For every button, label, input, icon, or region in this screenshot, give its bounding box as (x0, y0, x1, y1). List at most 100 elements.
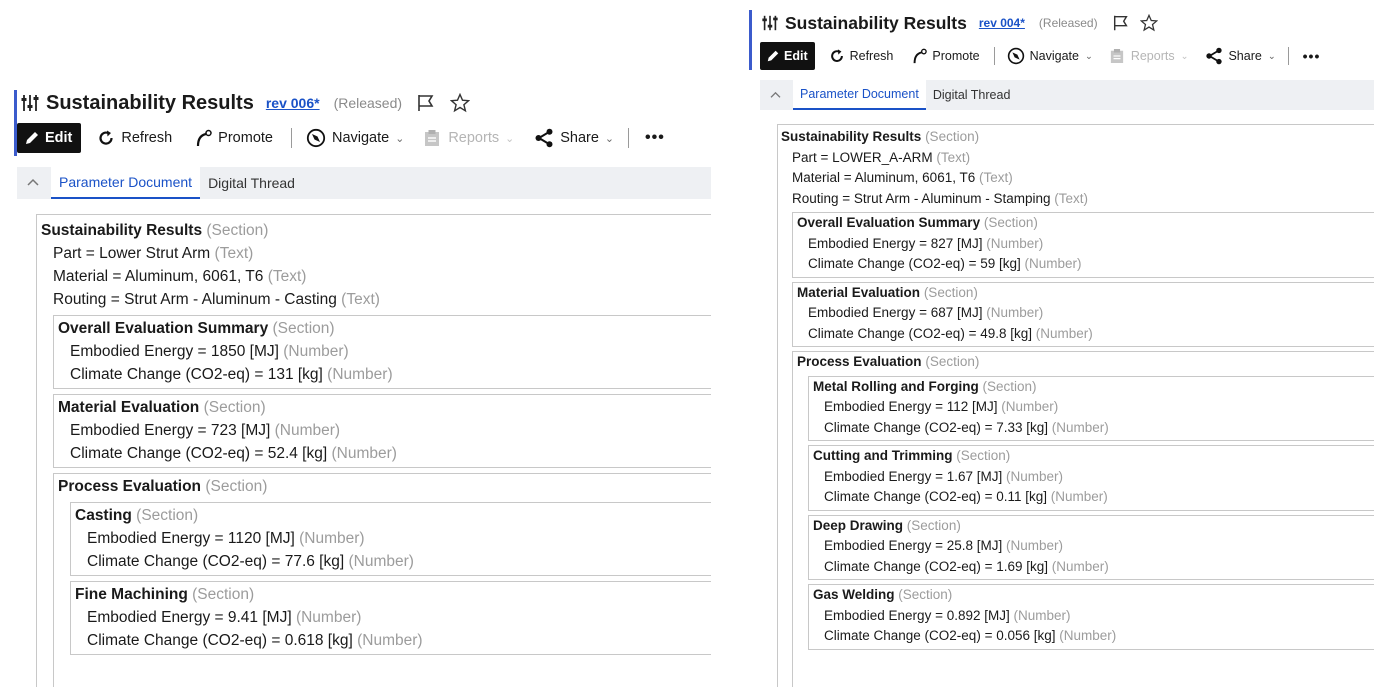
field-row: Material = Aluminum, 6061, T6 (Text) (53, 268, 307, 285)
compass-icon (306, 128, 326, 148)
field-row: Climate Change (CO2-eq) = 0.618 [kg] (Nu… (87, 632, 423, 649)
share-button[interactable]: Share ⌄ (534, 128, 614, 148)
edit-button[interactable]: Edit (760, 42, 815, 70)
field-row: Embodied Energy = 9.41 [MJ] (Number) (87, 609, 362, 626)
refresh-label: Refresh (121, 130, 173, 146)
chevron-down-icon: ⌄ (395, 132, 405, 145)
material-evaluation-section: Material Evaluation (Section) Embodied E… (792, 281, 1374, 347)
clipboard-icon (424, 129, 440, 147)
process-evaluation-section: Process Evaluation (Section) Casting (Se… (53, 473, 711, 687)
revision-link[interactable]: rev 006* (266, 95, 320, 111)
field-row: Part = LOWER_A-ARM (Text) (792, 149, 971, 165)
refresh-icon (97, 129, 115, 147)
share-button[interactable]: Share ⌄ (1205, 47, 1276, 65)
promote-icon (911, 48, 928, 64)
refresh-label: Refresh (849, 49, 894, 63)
refresh-button[interactable]: Refresh (97, 129, 172, 147)
field-row: Climate Change (CO2-eq) = 52.4 [kg] (Num… (70, 445, 397, 462)
status-label: (Released) (1038, 16, 1098, 30)
field-row: Climate Change (CO2-eq) = 0.11 [kg] (Num… (824, 489, 1108, 504)
star-icon[interactable] (1139, 14, 1158, 32)
flag-icon[interactable] (1112, 14, 1130, 32)
overall-evaluation-section: Overall Evaluation Summary (Section) Emb… (792, 212, 1374, 278)
share-icon (534, 128, 554, 148)
field-row: Embodied Energy = 1120 [MJ] (Number) (87, 530, 365, 547)
section-header: Metal Rolling and Forging (Section) (813, 378, 1037, 394)
tab-bar: Parameter Document Digital Thread (17, 167, 711, 199)
section-header: Overall Evaluation Summary (Section) (797, 215, 1038, 230)
navigate-button[interactable]: Navigate ⌄ (1007, 47, 1093, 65)
field-row: Embodied Energy = 1850 [MJ] (Number) (70, 343, 349, 360)
refresh-button[interactable]: Refresh (829, 48, 894, 64)
process-subsection: Deep Drawing (Section) Embodied Energy =… (808, 514, 1374, 580)
refresh-icon (829, 48, 845, 64)
edit-button[interactable]: Edit (17, 123, 82, 153)
edit-label: Edit (45, 130, 73, 146)
field-row: Climate Change (CO2-eq) = 131 [kg] (Numb… (70, 366, 393, 383)
field-row: Embodied Energy = 112 [MJ] (Number) (824, 399, 1059, 414)
navigate-button[interactable]: Navigate ⌄ (306, 128, 404, 148)
more-options-button[interactable]: ••• (1303, 48, 1321, 64)
tab-parameter-document[interactable]: Parameter Document (793, 80, 926, 110)
toolbar: Edit Refresh Promote Navigate ⌄ Reports … (760, 42, 1320, 70)
status-label: (Released) (333, 95, 403, 111)
field-row: Part = Lower Strut Arm (Text) (53, 245, 254, 262)
chevron-down-icon: ⌄ (1267, 50, 1276, 61)
material-evaluation-section: Material Evaluation (Section) Embodied E… (53, 394, 711, 468)
revision-link[interactable]: rev 004* (979, 16, 1025, 30)
edit-label: Edit (784, 49, 808, 63)
section-header: Deep Drawing (Section) (813, 517, 961, 533)
promote-icon (194, 129, 212, 147)
promote-button[interactable]: Promote (911, 48, 980, 64)
process-subsection: Casting (Section) Embodied Energy = 1120… (70, 502, 711, 576)
more-options-button[interactable]: ••• (645, 129, 665, 147)
flag-icon[interactable] (416, 93, 436, 113)
section-header: Material Evaluation (Section) (797, 284, 978, 300)
section-header: Cutting and Trimming (Section) (813, 448, 1011, 463)
tab-digital-thread[interactable]: Digital Thread (926, 80, 1018, 110)
section-header: Process Evaluation (Section) (58, 478, 268, 495)
toolbar-divider (993, 47, 995, 65)
tab-bar: Parameter Document Digital Thread (760, 80, 1374, 110)
right-panel: Sustainability Results rev 004* (Release… (745, 0, 1374, 687)
tab-digital-thread[interactable]: Digital Thread (200, 167, 303, 199)
field-row: Embodied Energy = 0.892 [MJ] (Number) (824, 607, 1071, 623)
clipboard-icon (1110, 48, 1124, 64)
promote-label: Promote (218, 130, 273, 146)
toolbar: Edit Refresh Promote Navigate ⌄ Reports … (17, 123, 665, 153)
reports-button[interactable]: Reports ⌄ (1110, 48, 1188, 64)
promote-button[interactable]: Promote (194, 129, 273, 147)
chevron-down-icon: ⌄ (505, 132, 515, 145)
field-row: Embodied Energy = 687 [MJ] (Number) (808, 305, 1044, 320)
field-row: Climate Change (CO2-eq) = 0.056 [kg] (Nu… (824, 628, 1117, 643)
title-accent-bar (749, 10, 752, 70)
field-row: Climate Change (CO2-eq) = 59 [kg] (Numbe… (808, 256, 1082, 271)
pencil-icon (24, 130, 40, 146)
parameter-document: Sustainability Results (Section) Part = … (777, 124, 1374, 687)
title-bar: Sustainability Results rev 006* (Release… (20, 90, 471, 116)
section-header: Casting (Section) (75, 507, 199, 524)
chevron-up-icon[interactable] (770, 91, 781, 100)
page-title: Sustainability Results (46, 91, 254, 114)
navigate-label: Navigate (331, 130, 390, 146)
star-icon[interactable] (450, 93, 471, 113)
section-header: Gas Welding (Section) (813, 587, 953, 602)
field-row: Climate Change (CO2-eq) = 7.33 [kg] (Num… (824, 419, 1109, 435)
reports-button[interactable]: Reports ⌄ (424, 129, 514, 147)
section-header: Process Evaluation (Section) (797, 354, 980, 369)
sliders-icon (20, 93, 40, 113)
field-row: Climate Change (CO2-eq) = 77.6 [kg] (Num… (87, 553, 414, 570)
process-subsection: Fine Machining (Section) Embodied Energy… (70, 581, 711, 655)
tab-parameter-document[interactable]: Parameter Document (51, 167, 201, 199)
share-label: Share (1228, 49, 1262, 63)
field-row: Embodied Energy = 1.67 [MJ] (Number) (824, 468, 1064, 484)
chevron-up-icon[interactable] (27, 178, 39, 188)
field-row: Material = Aluminum, 6061, T6 (Text) (792, 170, 1013, 185)
promote-label: Promote (932, 49, 980, 63)
sliders-icon (761, 14, 779, 32)
toolbar-divider (1287, 47, 1289, 65)
section-header: Overall Evaluation Summary (Section) (58, 320, 335, 337)
title-bar: Sustainability Results rev 004* (Release… (761, 11, 1158, 35)
share-label: Share (560, 130, 599, 146)
overall-evaluation-section: Overall Evaluation Summary (Section) Emb… (53, 315, 711, 389)
